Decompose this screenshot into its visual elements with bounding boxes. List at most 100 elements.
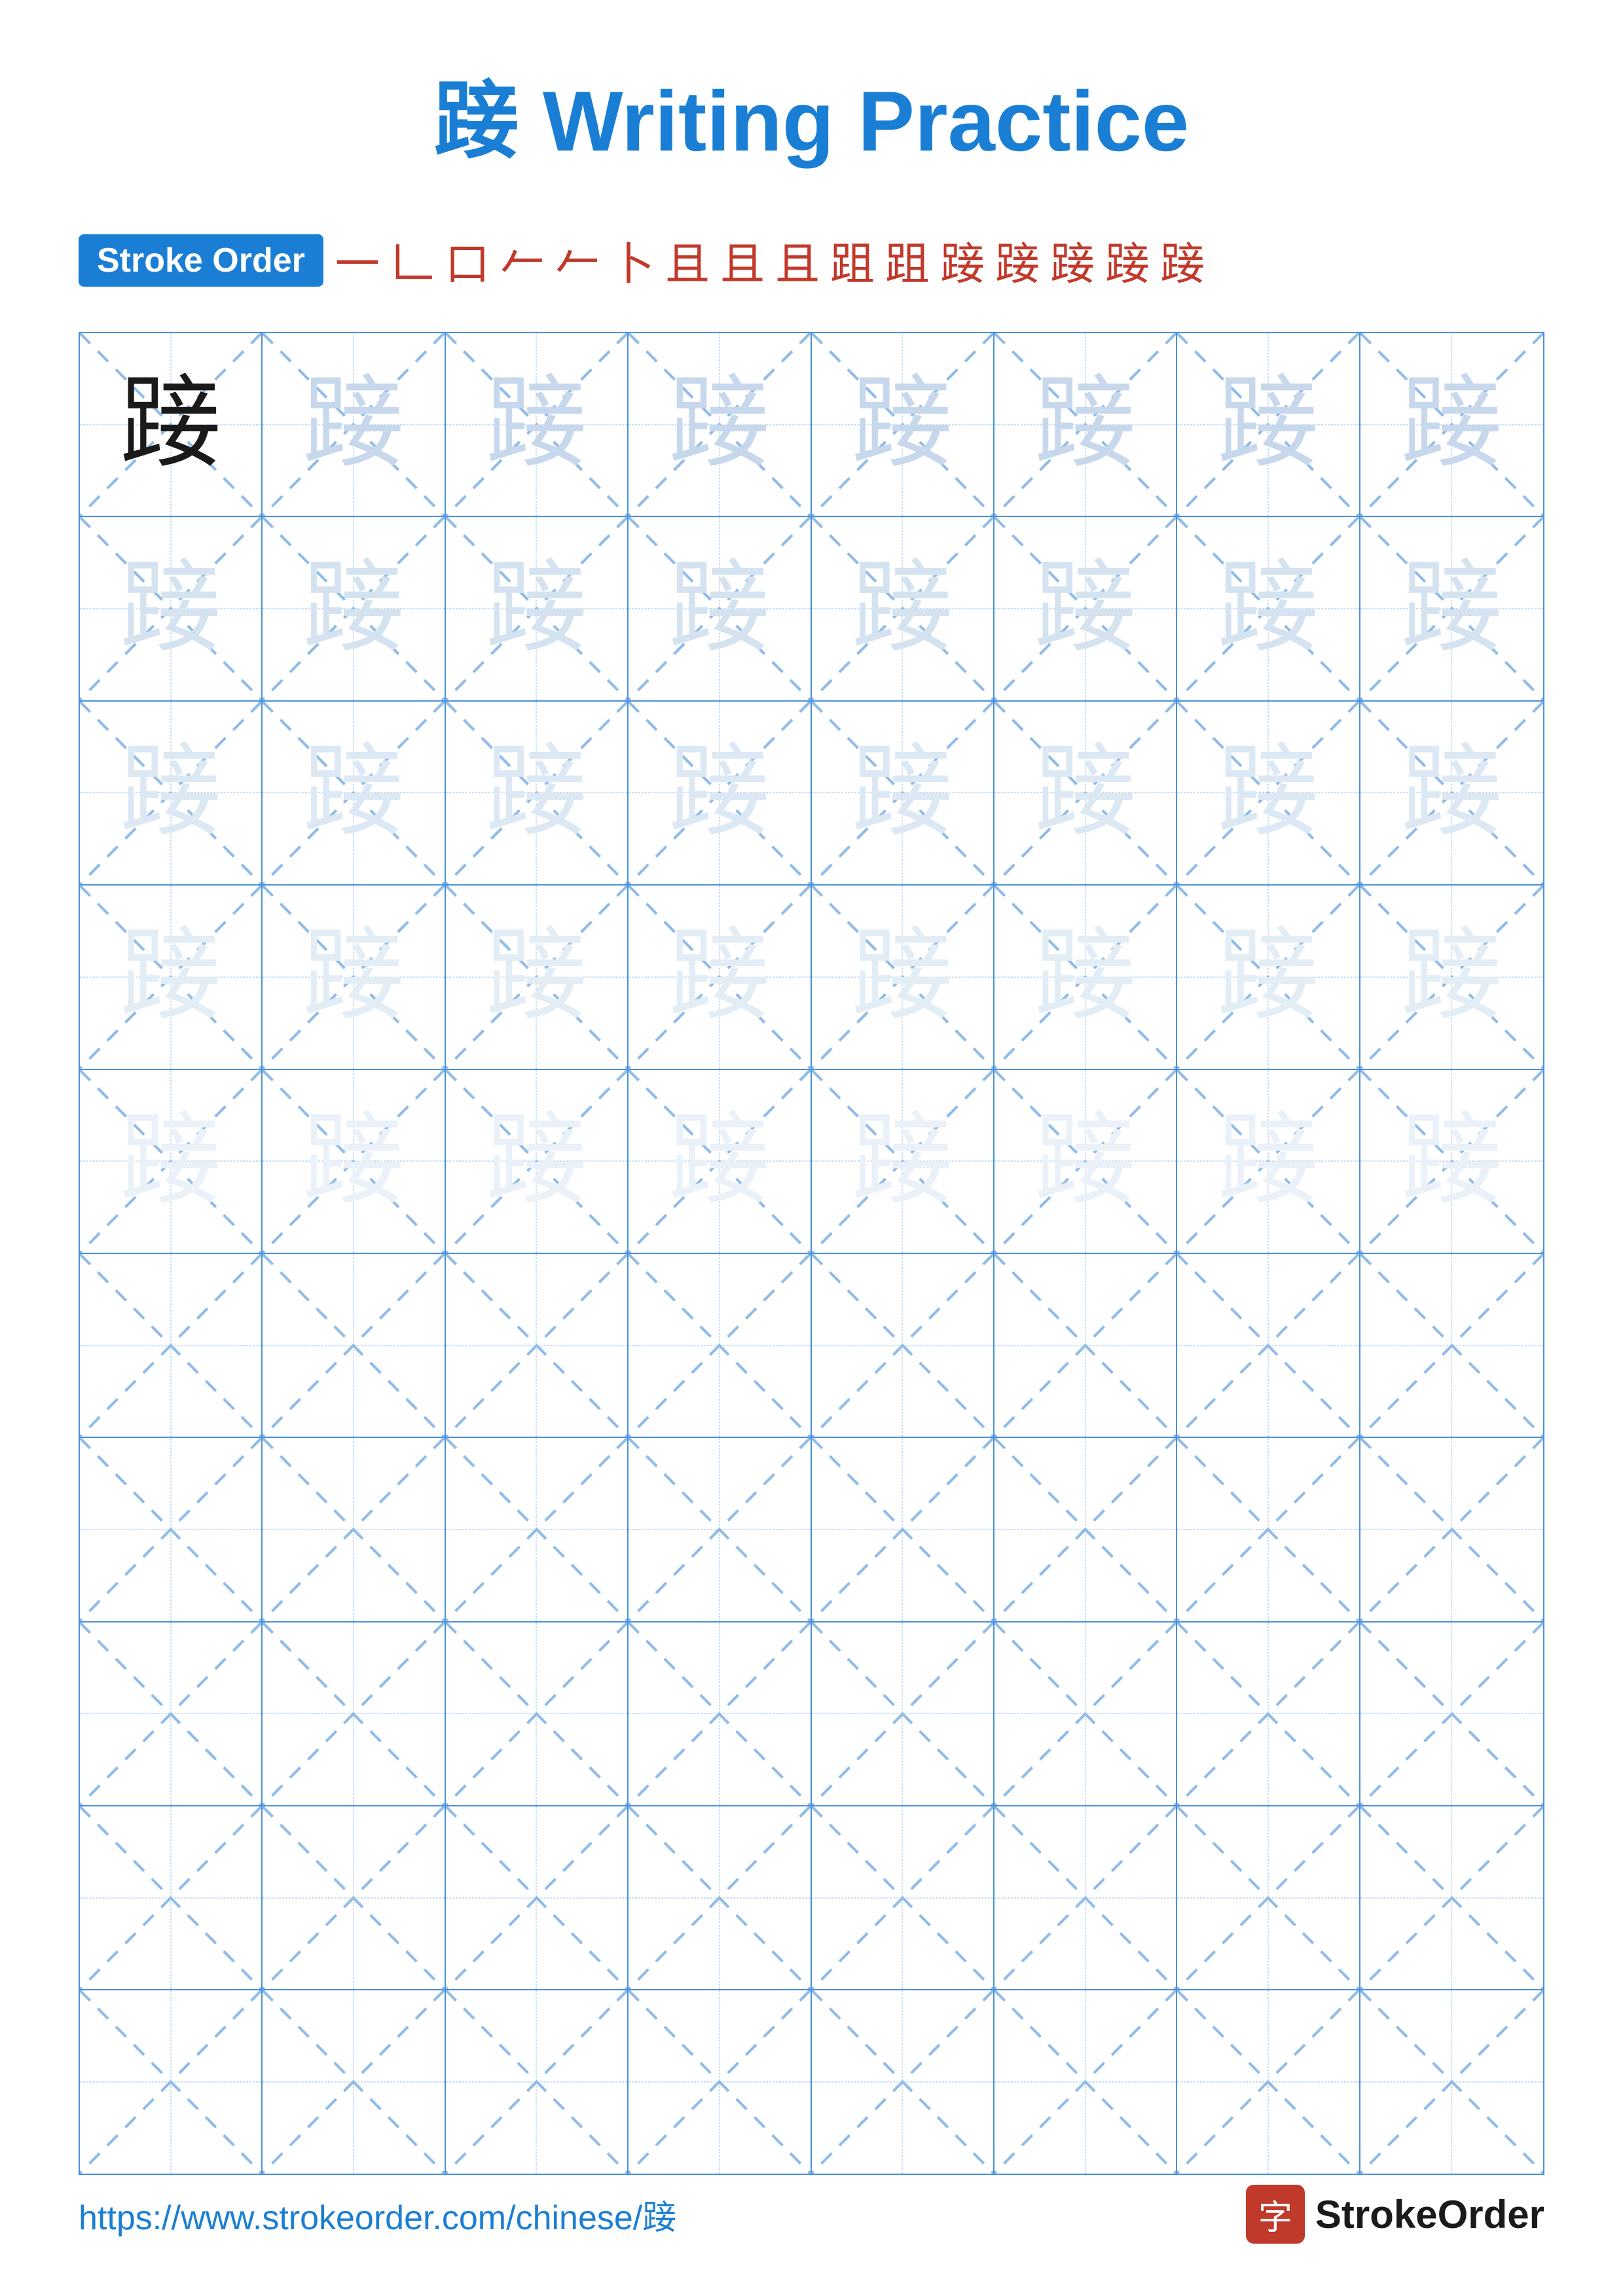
grid-cell[interactable] (629, 1990, 811, 2173)
grid-cell[interactable] (446, 1806, 629, 1989)
grid-cell: 踥 (80, 1070, 263, 1253)
grid-cell: 踥 (1177, 1070, 1360, 1253)
grid-cell[interactable] (994, 1990, 1177, 2173)
grid-cell[interactable] (994, 1623, 1177, 1805)
grid-cell[interactable] (446, 1254, 629, 1437)
grid-cell[interactable] (263, 1623, 445, 1805)
grid-row-4: 踥 踥 踥 踥 踥 踥 踥 (80, 886, 1543, 1069)
grid-cell[interactable] (812, 1438, 994, 1621)
grid-cell[interactable] (1177, 1990, 1360, 2173)
stroke-char: 卜 (605, 228, 660, 293)
stroke-char: 踥 (1045, 228, 1100, 293)
grid-cell[interactable] (994, 1438, 1177, 1621)
grid-cell: 踥 (446, 886, 629, 1068)
stroke-char: 跙 (880, 228, 935, 293)
grid-cell[interactable] (629, 1438, 811, 1621)
practice-char: 踥 (303, 374, 405, 475)
grid-cell[interactable] (263, 1438, 445, 1621)
grid-cell: 踥 (994, 1070, 1177, 1253)
practice-char: 踥 (668, 558, 770, 660)
stroke-order-section: Stroke Order ⼀ 𠃊 口 𠂉 𠂉 卜 且 且 且 跙 跙 踥 踥 踥… (79, 228, 1544, 293)
grid-cell: 踥 (263, 1070, 445, 1253)
grid-cell: 踥 (1177, 886, 1360, 1068)
grid-cell: 踥 (994, 517, 1177, 700)
practice-char: 踥 (120, 1111, 221, 1212)
grid-cell: 踥 (812, 886, 994, 1068)
grid-cell[interactable] (446, 1990, 629, 2173)
grid-cell: 踥 (446, 702, 629, 884)
grid-cell[interactable] (1360, 1438, 1543, 1621)
practice-char: 踥 (486, 926, 587, 1028)
stroke-char: 踥 (1155, 228, 1210, 293)
grid-cell[interactable] (80, 1438, 263, 1621)
grid-cell[interactable] (80, 1990, 263, 2173)
grid-cell[interactable] (1360, 1623, 1543, 1805)
grid-cell: 踥 (80, 333, 263, 516)
stroke-char: 𠂉 (495, 228, 550, 293)
practice-char: 踥 (1217, 742, 1319, 844)
grid-cell[interactable] (1177, 1806, 1360, 1989)
grid-row-9 (80, 1806, 1543, 1990)
grid-cell[interactable] (629, 1254, 811, 1437)
grid-cell[interactable] (80, 1623, 263, 1805)
practice-char: 踥 (668, 742, 770, 844)
grid-cell[interactable] (812, 1990, 994, 2173)
footer-url[interactable]: https://www.strokeorder.com/chinese/踥 (79, 2190, 676, 2239)
grid-cell: 踥 (1177, 517, 1360, 700)
grid-cell: 踥 (812, 517, 994, 700)
grid-cell[interactable] (263, 1806, 445, 1989)
practice-char: 踥 (1217, 374, 1319, 475)
strokeorder-logo-icon: 字 (1246, 2185, 1305, 2244)
grid-cell: 踥 (994, 886, 1177, 1068)
grid-cell[interactable] (446, 1438, 629, 1621)
grid-cell[interactable] (1360, 1254, 1543, 1437)
stroke-char: 且 (715, 228, 770, 293)
grid-cell: 踥 (1360, 702, 1543, 884)
grid-row-1: 踥 踥 踥 踥 踥 踥 踥 (80, 333, 1543, 517)
grid-cell[interactable] (1177, 1623, 1360, 1805)
grid-cell[interactable] (80, 1254, 263, 1437)
practice-char: 踥 (1034, 374, 1136, 475)
practice-char: 踥 (1217, 558, 1319, 660)
grid-cell[interactable] (812, 1254, 994, 1437)
practice-char: 踥 (1401, 742, 1503, 844)
grid-cell[interactable] (812, 1806, 994, 1989)
grid-cell: 踥 (446, 1070, 629, 1253)
stroke-char: 跙 (825, 228, 880, 293)
stroke-char: 且 (770, 228, 825, 293)
practice-char: 踥 (120, 374, 221, 475)
practice-char: 踥 (1401, 558, 1503, 660)
grid-cell[interactable] (812, 1623, 994, 1805)
grid-cell[interactable] (1177, 1438, 1360, 1621)
stroke-char: 踥 (990, 228, 1045, 293)
practice-char: 踥 (852, 558, 953, 660)
grid-cell[interactable] (994, 1254, 1177, 1437)
practice-char: 踥 (1217, 926, 1319, 1028)
grid-cell: 踥 (263, 517, 445, 700)
grid-cell: 踥 (812, 702, 994, 884)
grid-cell: 踥 (1360, 886, 1543, 1068)
practice-char: 踥 (303, 1111, 405, 1212)
grid-cell: 踥 (263, 333, 445, 516)
grid-cell[interactable] (263, 1254, 445, 1437)
grid-cell: 踥 (446, 333, 629, 516)
grid-cell[interactable] (263, 1990, 445, 2173)
practice-char: 踥 (303, 742, 405, 844)
grid-cell: 踥 (1360, 333, 1543, 516)
stroke-char: 踥 (935, 228, 990, 293)
grid-cell[interactable] (1177, 1254, 1360, 1437)
grid-cell[interactable] (629, 1623, 811, 1805)
grid-row-8 (80, 1623, 1543, 1806)
practice-char: 踥 (852, 374, 953, 475)
grid-cell: 踥 (629, 333, 811, 516)
grid-cell[interactable] (629, 1806, 811, 1989)
grid-cell: 踥 (1177, 702, 1360, 884)
grid-cell[interactable] (1360, 1990, 1543, 2173)
grid-cell: 踥 (812, 333, 994, 516)
grid-cell: 踥 (80, 517, 263, 700)
stroke-char: 且 (660, 228, 715, 293)
grid-cell[interactable] (994, 1806, 1177, 1989)
grid-cell[interactable] (80, 1806, 263, 1989)
grid-cell[interactable] (446, 1623, 629, 1805)
grid-cell[interactable] (1360, 1806, 1543, 1989)
